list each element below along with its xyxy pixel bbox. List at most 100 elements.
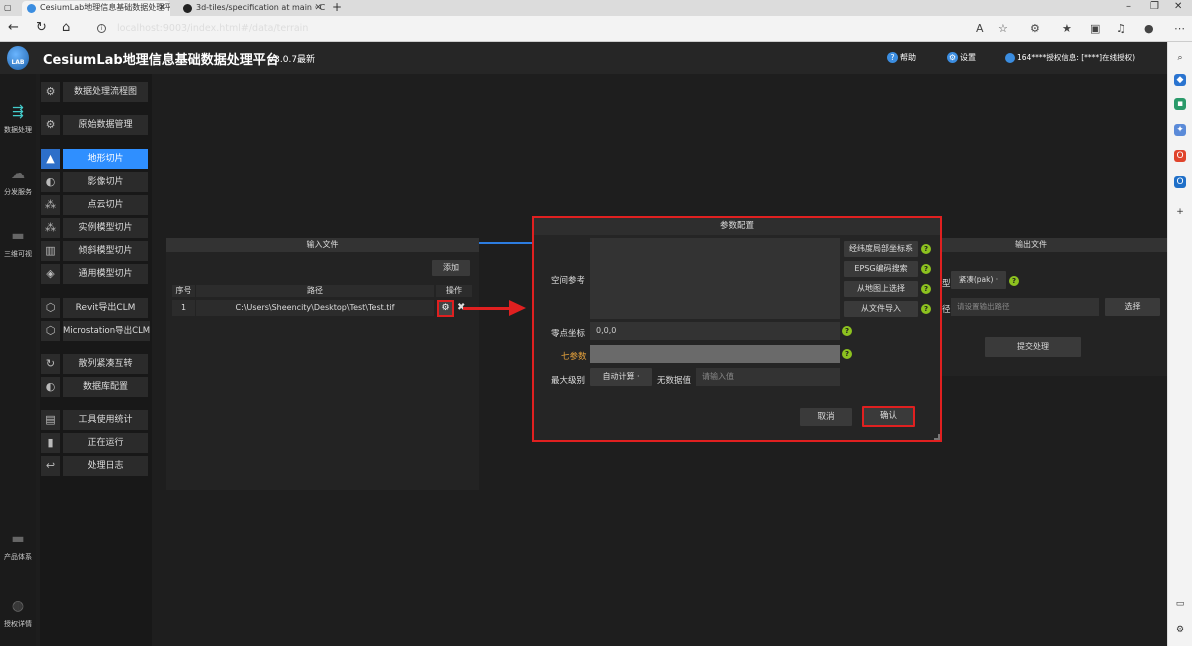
- favorites-icon[interactable]: ★: [1062, 22, 1072, 36]
- storage-type-select[interactable]: 紧凑(pak) ·: [951, 271, 1006, 289]
- window-close-icon[interactable]: ✕: [1174, 0, 1182, 14]
- browser-sidebar: ⌕ ◆ ▪ ✦ O O + ▭ ⚙: [1167, 42, 1192, 646]
- menu-label: Microstation导出CLM: [63, 321, 150, 341]
- rail-label: 授权详情: [4, 620, 32, 628]
- cesiumlab-favicon-icon: [27, 4, 36, 13]
- search-icon[interactable]: ⌕: [1174, 52, 1186, 64]
- help-icon[interactable]: ?: [842, 326, 852, 336]
- app-version: V3.0.7最新: [268, 55, 316, 65]
- input-panel-title: 输入文件: [166, 238, 479, 252]
- restore-icon[interactable]: ❐: [1150, 0, 1159, 14]
- help-icon[interactable]: ?: [921, 244, 931, 254]
- submit-process-button[interactable]: 提交处理: [985, 337, 1081, 357]
- browser-tab-github[interactable]: 3d-tiles/specification at main · C ✕: [178, 1, 326, 16]
- back-icon[interactable]: ←: [8, 21, 19, 35]
- outlook-icon[interactable]: O: [1174, 176, 1186, 188]
- url-field[interactable]: localhost:9003/index.html#/data/terrain: [117, 20, 308, 38]
- resize-handle[interactable]: [934, 434, 940, 440]
- menu-item-terrain[interactable]: ▲ 地形切片: [40, 149, 152, 169]
- menu-item-instance-model[interactable]: ⁂ 实例模型切片: [40, 218, 152, 238]
- menu-item-microstation-clm[interactable]: ⬡ Microstation导出CLM: [40, 321, 152, 341]
- crs-local-button[interactable]: 经纬度局部坐标系: [844, 241, 918, 257]
- menu-item-running[interactable]: ▮ 正在运行: [40, 433, 152, 453]
- menu-item-usage-stats[interactable]: ▤ 工具使用统计: [40, 410, 152, 430]
- nodata-input[interactable]: 请输入值: [696, 368, 840, 386]
- rail-item-distribution[interactable]: ☁ 分发服务: [0, 164, 36, 197]
- col-header-ops: 操作: [436, 285, 472, 297]
- rail-item-data-processing[interactable]: ⇶ 数据处理: [0, 102, 36, 135]
- settings-link[interactable]: ⚙ 设置: [947, 52, 976, 63]
- office-icon[interactable]: O: [1174, 150, 1186, 162]
- sidebar-toggle-icon[interactable]: ▭: [1174, 598, 1186, 610]
- cancel-button[interactable]: 取消: [800, 408, 852, 426]
- profile-icon[interactable]: ●: [1144, 22, 1154, 36]
- gear-icon: ⚙: [41, 115, 60, 135]
- max-level-select[interactable]: 自动计算 ·: [590, 368, 652, 386]
- help-icon[interactable]: ?: [921, 284, 931, 294]
- help-icon[interactable]: ?: [921, 304, 931, 314]
- annotation-arrow-head: [509, 300, 526, 316]
- select-on-map-button[interactable]: 从地图上选择: [844, 281, 918, 297]
- rail-item-license[interactable]: ◍ 授权详情: [0, 596, 36, 629]
- new-tab-icon[interactable]: +: [332, 0, 342, 14]
- epsg-search-button[interactable]: EPSG编码搜索: [844, 261, 918, 277]
- reload-icon[interactable]: ↻: [36, 21, 47, 35]
- output-title-text: 输出文件: [1015, 240, 1047, 249]
- more-icon[interactable]: ⋯: [1174, 22, 1185, 36]
- help-icon[interactable]: ?: [1009, 276, 1019, 286]
- seven-params-input[interactable]: [590, 345, 840, 363]
- confirm-button[interactable]: 确认: [862, 406, 915, 427]
- site-info-icon[interactable]: i: [97, 24, 106, 33]
- row-settings-button[interactable]: ⚙: [437, 300, 454, 317]
- menu-item-logs[interactable]: ↩ 处理日志: [40, 456, 152, 476]
- add-icon[interactable]: +: [1174, 206, 1186, 218]
- user-license-info[interactable]: 164****授权信息: [****]在线授权): [1005, 52, 1135, 63]
- menu-label: 工具使用统计: [63, 410, 148, 430]
- browse-button[interactable]: 选择: [1105, 298, 1160, 316]
- browser-tab-cesiumlab[interactable]: CesiumLab地理信息基础数据处理平台 ✕: [22, 1, 170, 16]
- home-icon[interactable]: ⌂: [62, 21, 70, 35]
- cesiumlab-logo: LAB: [7, 46, 29, 70]
- menu-item-revit-clm[interactable]: ⬡ Revit导出CLM: [40, 298, 152, 318]
- help-link[interactable]: ? 帮助: [887, 52, 916, 63]
- favorite-icon[interactable]: ☆: [998, 22, 1008, 36]
- origin-label: 零点坐标: [551, 329, 586, 339]
- read-aloud-icon[interactable]: A: [976, 22, 984, 36]
- output-path-input[interactable]: 请设置输出路径: [951, 298, 1099, 316]
- menu-item-database[interactable]: ◐ 数据库配置: [40, 377, 152, 397]
- briefcase-icon[interactable]: ▪: [1174, 98, 1186, 110]
- rail-item-3d-visual[interactable]: ▬ 三维可视: [0, 226, 36, 259]
- github-favicon-icon: [183, 4, 192, 13]
- menu-item-oblique-model[interactable]: ▥ 倾斜模型切片: [40, 241, 152, 261]
- minimize-icon[interactable]: –: [1126, 0, 1131, 14]
- games-icon[interactable]: ✦: [1174, 124, 1186, 136]
- add-file-button[interactable]: 添加: [432, 260, 470, 276]
- help-icon[interactable]: ?: [921, 264, 931, 274]
- help-icon[interactable]: ?: [842, 349, 852, 359]
- close-icon[interactable]: ✕: [158, 1, 166, 15]
- rail-item-products[interactable]: ▬ 产品体系: [0, 529, 36, 562]
- menu-item-point-cloud[interactable]: ⁂ 点云切片: [40, 195, 152, 215]
- bar-chart-icon: ▮: [41, 433, 60, 453]
- spatial-ref-textarea[interactable]: [590, 238, 840, 319]
- tag-icon[interactable]: ◆: [1174, 74, 1186, 86]
- collections-icon[interactable]: ▣: [1090, 22, 1100, 36]
- logo-text: LAB: [11, 59, 25, 66]
- settings-icon[interactable]: ⚙: [1174, 624, 1186, 636]
- origin-input[interactable]: 0,0,0: [590, 322, 840, 340]
- menu-item-raw-data[interactable]: ⚙ 原始数据管理: [40, 115, 152, 135]
- menu-item-general-model[interactable]: ◈ 通用模型切片: [40, 264, 152, 284]
- cube-icon: ◈: [41, 264, 60, 284]
- menu-label: 影像切片: [63, 172, 148, 192]
- help-icon: ?: [887, 52, 898, 63]
- tab-actions-icon[interactable]: ▢: [4, 1, 20, 16]
- menu-item-imagery[interactable]: ◐ 影像切片: [40, 172, 152, 192]
- close-icon[interactable]: ✕: [314, 1, 322, 15]
- menu-item-hash-compact[interactable]: ↻ 散列紧凑互转: [40, 354, 152, 374]
- extensions-icon[interactable]: ⚙: [1030, 22, 1040, 36]
- max-level-label: 最大级别: [551, 376, 586, 386]
- import-from-file-button[interactable]: 从文件导入: [844, 301, 918, 317]
- menu-label: 倾斜模型切片: [63, 241, 148, 261]
- menu-item-flowchart[interactable]: ⚙ 数据处理流程图: [40, 82, 152, 102]
- notifications-icon[interactable]: ♫: [1116, 22, 1126, 36]
